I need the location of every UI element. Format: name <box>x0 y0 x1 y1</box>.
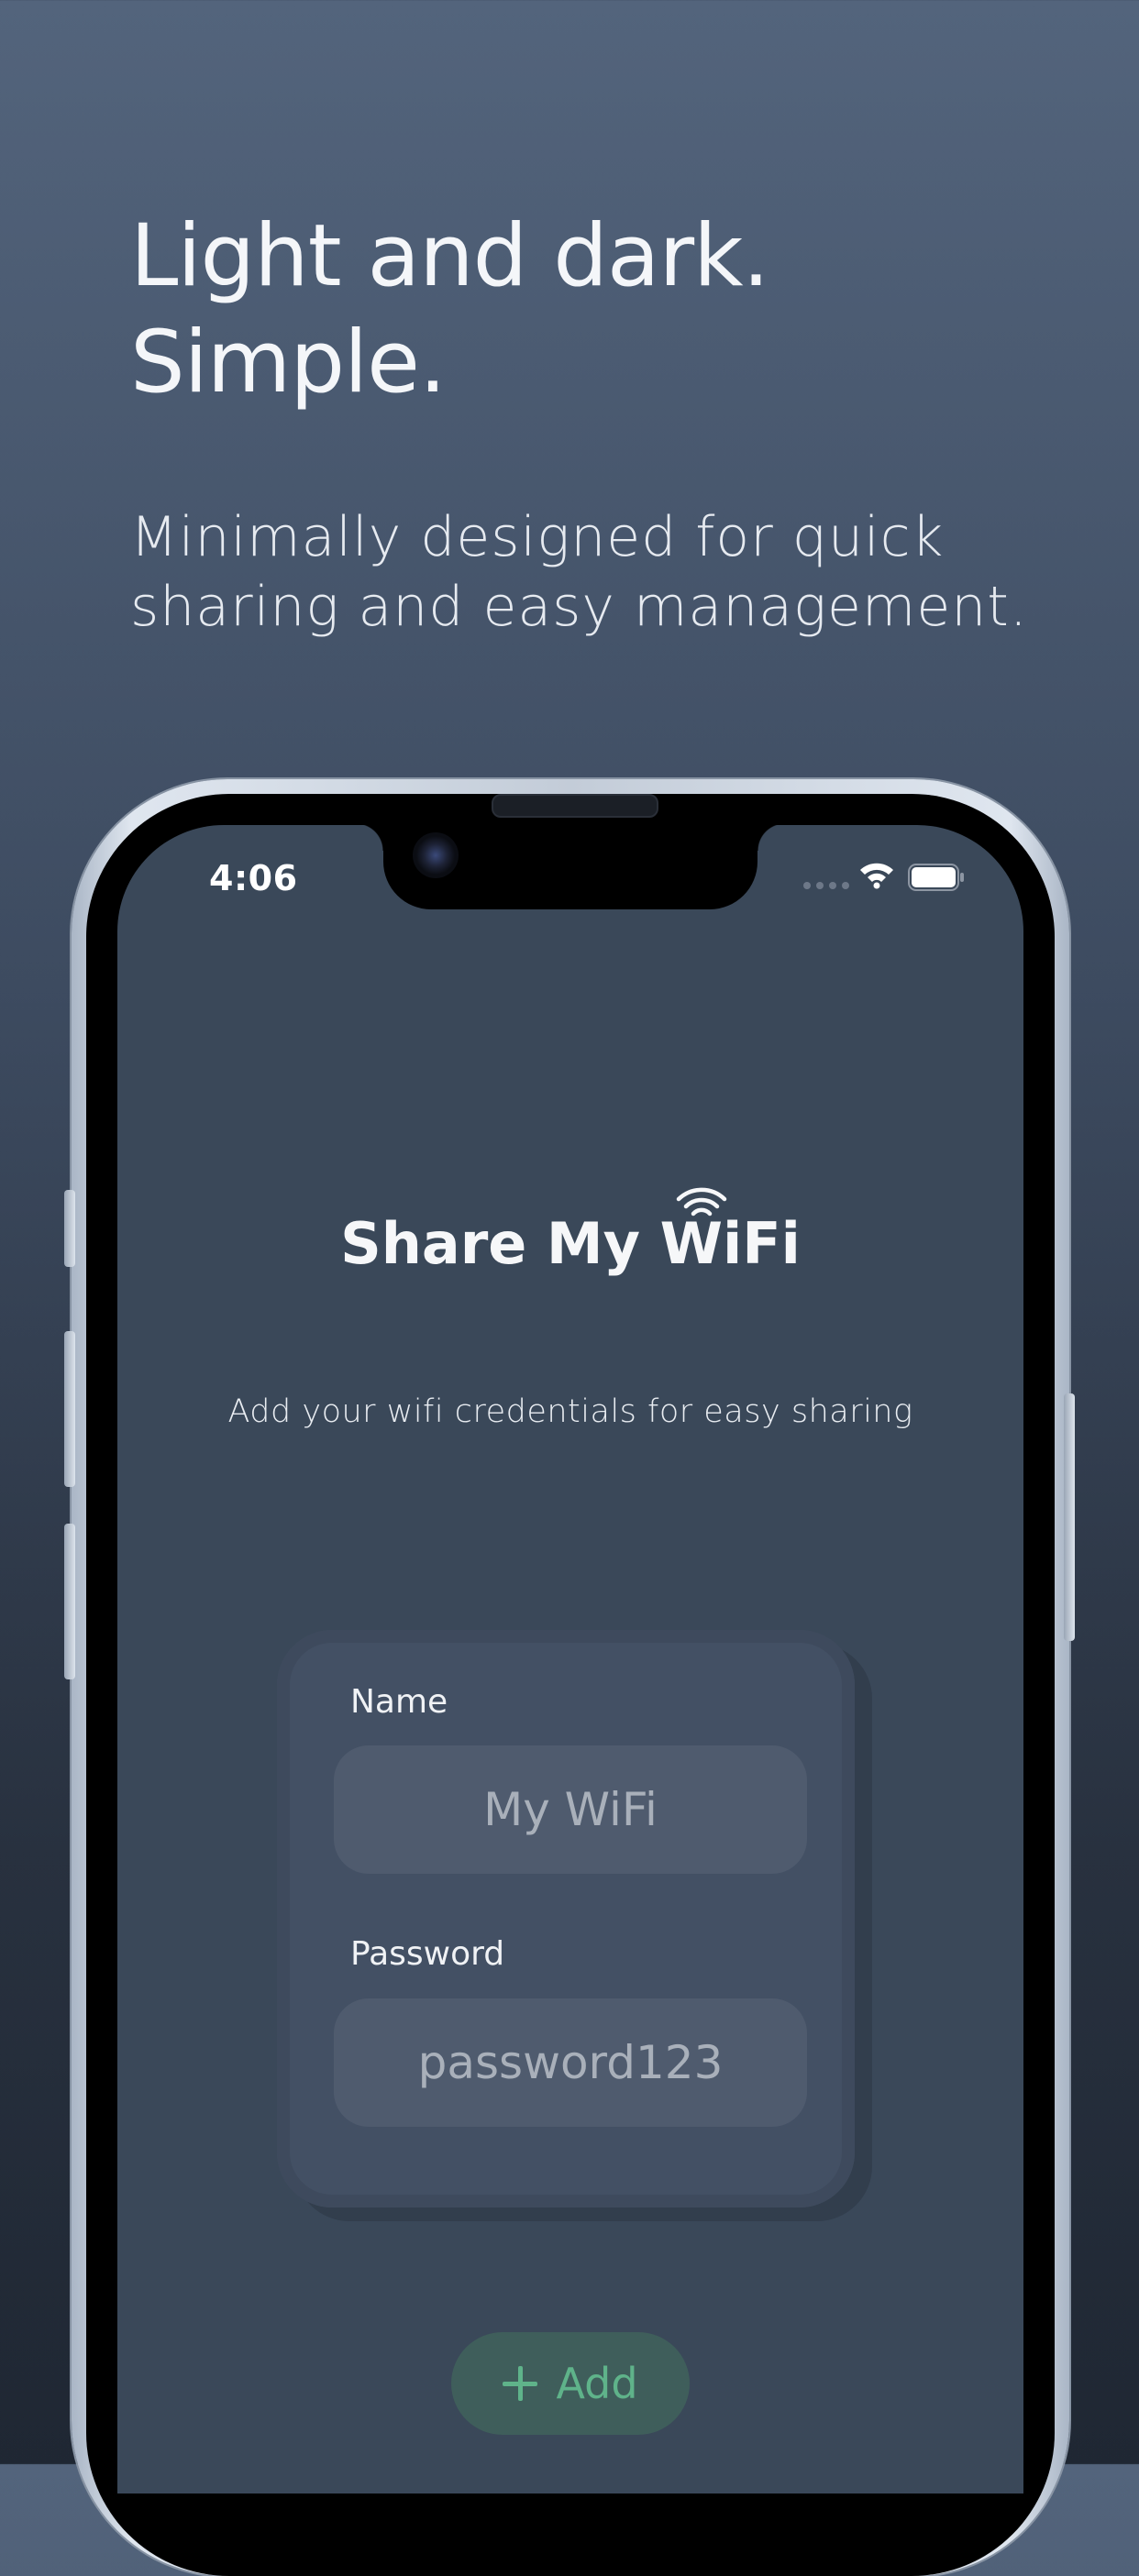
app-title-prefix: Share My <box>340 1210 660 1277</box>
front-camera <box>413 832 459 878</box>
wifi-logo-icon <box>676 1187 726 1216</box>
password-input[interactable] <box>334 1998 807 2127</box>
app-title-wifi-word: WiFi <box>659 1187 801 1277</box>
phone-screen: 4:06 Share My WiFi Add your wifi credent… <box>117 825 1023 2493</box>
app-title-wifi: WiFi <box>659 1210 801 1277</box>
signal-icon <box>803 882 849 889</box>
status-time: 4:06 <box>209 858 298 898</box>
plus-icon <box>503 2366 538 2401</box>
volume-up-button <box>64 1331 75 1487</box>
power-button <box>1064 1393 1075 1641</box>
mute-switch <box>64 1190 75 1267</box>
promo-headline-line2: Simple. <box>130 313 447 413</box>
name-input[interactable] <box>334 1745 807 1874</box>
wifi-icon <box>860 863 893 889</box>
add-button[interactable]: Add <box>451 2332 690 2435</box>
password-label: Password <box>350 1935 505 1973</box>
name-label: Name <box>350 1683 448 1721</box>
add-button-label: Add <box>556 2359 638 2408</box>
promo-subtitle-line1: Minimally designed for quick <box>130 505 945 569</box>
promo-headline-line1: Light and dark. <box>130 206 769 306</box>
earpiece-speaker <box>492 794 658 818</box>
promo-subtitle: Minimally designed for quick sharing and… <box>130 502 1102 642</box>
promo-subtitle-line2: sharing and easy management. <box>130 575 1028 639</box>
wifi-form-card: Name Password <box>277 1630 855 2207</box>
battery-icon <box>908 864 964 891</box>
app-title: Share My WiFi <box>117 1187 1023 1277</box>
volume-down-button <box>64 1524 75 1679</box>
promo-headline: Light and dark. Simple. <box>130 204 1047 416</box>
app-subtitle: Add your wifi credentials for easy shari… <box>227 1393 913 1430</box>
